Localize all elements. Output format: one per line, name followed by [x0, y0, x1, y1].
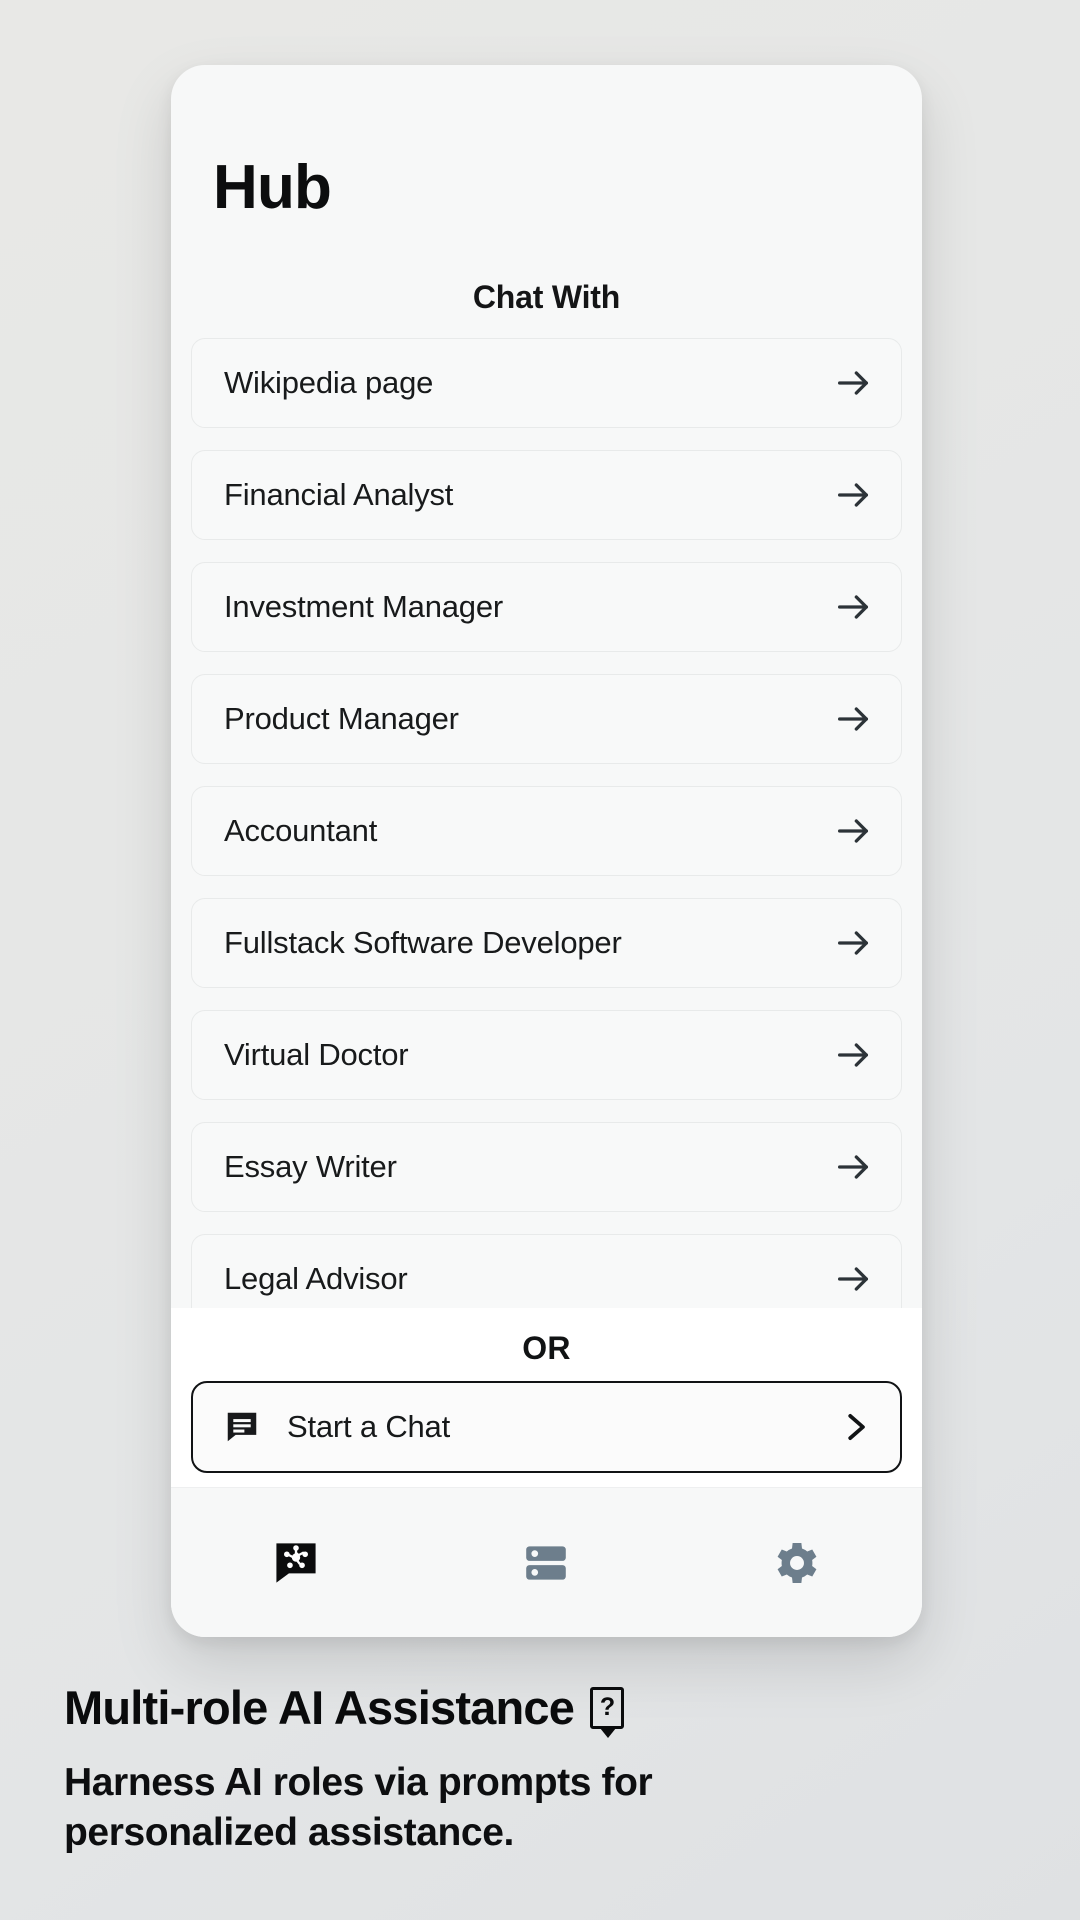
caption-body: Harness AI roles via prompts for persona… — [64, 1760, 653, 1854]
server-stack-icon — [521, 1538, 571, 1588]
nav-item-library[interactable] — [421, 1538, 671, 1588]
arrow-right-icon — [833, 699, 873, 739]
nav-item-settings[interactable] — [672, 1538, 922, 1588]
arrow-right-icon — [833, 811, 873, 851]
or-divider-label: OR — [522, 1330, 571, 1366]
missing-glyph-icon: ? — [590, 1686, 625, 1738]
role-item-virtual-doctor[interactable]: Virtual Doctor — [191, 1010, 902, 1100]
role-label: Product Manager — [224, 701, 459, 736]
role-label: Legal Advisor — [224, 1261, 408, 1296]
chevron-right-icon — [836, 1408, 874, 1446]
role-label: Wikipedia page — [224, 365, 434, 400]
role-label: Essay Writer — [224, 1149, 397, 1184]
gear-icon — [772, 1538, 822, 1588]
arrow-right-icon — [833, 587, 873, 627]
role-label: Virtual Doctor — [224, 1037, 409, 1072]
nav-item-hub[interactable] — [171, 1538, 421, 1588]
role-item-financial-analyst[interactable]: Financial Analyst — [191, 450, 902, 540]
role-label: Fullstack Software Developer — [224, 925, 622, 960]
arrow-right-icon — [833, 1035, 873, 1075]
bottom-navigation-bar — [171, 1487, 922, 1637]
role-item-fullstack-software-developer[interactable]: Fullstack Software Developer — [191, 898, 902, 988]
role-label: Financial Analyst — [224, 477, 454, 512]
arrow-right-icon — [833, 923, 873, 963]
chat-message-icon — [223, 1408, 261, 1446]
arrow-right-icon — [833, 1147, 873, 1187]
roles-list[interactable]: Wikipedia page Financial Analyst Investm… — [171, 338, 922, 1487]
start-a-chat-label: Start a Chat — [287, 1409, 451, 1444]
role-item-accountant[interactable]: Accountant — [191, 786, 902, 876]
role-label: Investment Manager — [224, 589, 503, 624]
caption-title-text: Multi-role AI Assistance — [64, 1681, 575, 1734]
arrow-right-icon — [833, 363, 873, 403]
role-label: Accountant — [224, 813, 378, 848]
caption-title: Multi-role AI Assistance ? — [64, 1681, 964, 1738]
section-header-chat-with: Chat With — [472, 279, 621, 315]
cta-block: OR Start a Chat — [171, 1308, 922, 1487]
phone-screen-card: Hub Chat With Wikipedia page Financial A… — [171, 65, 922, 1637]
caption-block: Multi-role AI Assistance ? Harness AI ro… — [64, 1682, 964, 1858]
arrow-right-icon — [833, 475, 873, 515]
start-a-chat-button[interactable]: Start a Chat — [191, 1381, 902, 1473]
arrow-right-icon — [833, 1259, 873, 1299]
chat-hub-icon — [271, 1538, 321, 1588]
role-item-essay-writer[interactable]: Essay Writer — [191, 1122, 902, 1212]
role-item-wikipedia-page[interactable]: Wikipedia page — [191, 338, 902, 428]
page-title: Hub — [213, 153, 332, 222]
role-item-product-manager[interactable]: Product Manager — [191, 674, 902, 764]
role-item-investment-manager[interactable]: Investment Manager — [191, 562, 902, 652]
